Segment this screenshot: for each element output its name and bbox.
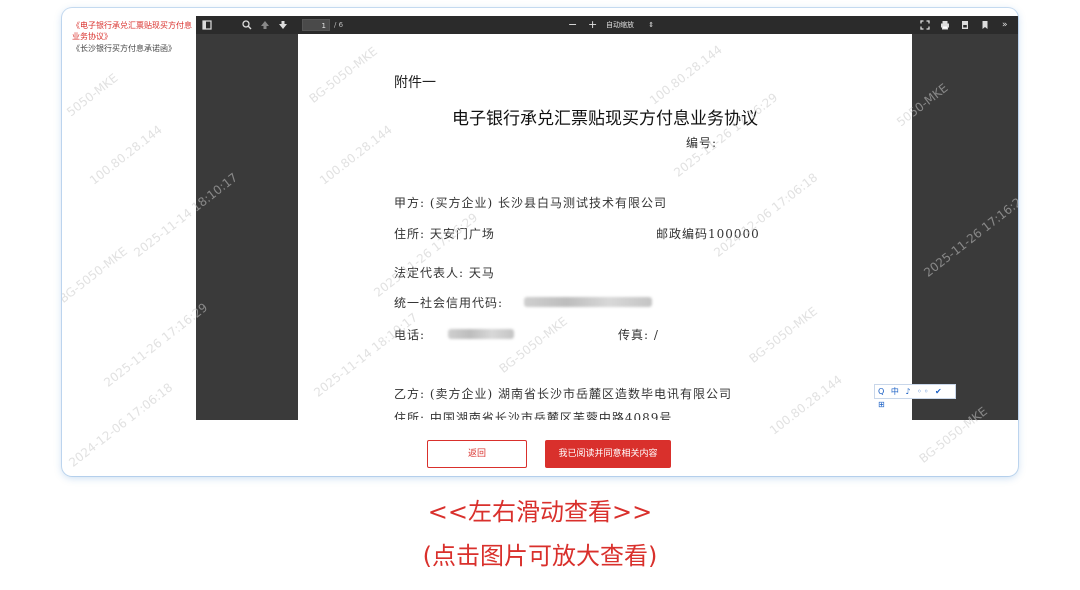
redacted-credit-code bbox=[524, 297, 652, 307]
zoom-caption: (点击图片可放大查看) bbox=[422, 542, 658, 570]
party-a-postal-code: 邮政编码100000 bbox=[656, 227, 760, 241]
redacted-phone bbox=[448, 329, 514, 339]
watermark: 2024-12-06 17:06:18 bbox=[66, 380, 176, 470]
screenshot-frame: 《电子银行承兑汇票贴现买方付息业务协议》 《长沙银行买方付息承诺函》 1 / 6… bbox=[62, 8, 1018, 476]
download-icon[interactable] bbox=[960, 18, 970, 32]
pdf-toolbar: 1 / 6 − + 自动缩放 ⇕ » bbox=[196, 16, 1018, 34]
watermark: 2025-11-26 17:16:29 bbox=[101, 300, 211, 390]
zoom-select[interactable]: 自动缩放 ⇕ bbox=[606, 18, 654, 32]
zoom-out-icon[interactable]: − bbox=[568, 18, 577, 32]
party-b-address: 住所: 中国湖南省长沙市岳麓区芙蓉中路4089号 bbox=[394, 411, 673, 420]
party-a-line: 甲方: (买方企业) 长沙县白马测试技术有限公司 bbox=[394, 196, 668, 210]
pdf-page: 附件一 电子银行承兑汇票贴现买方付息业务协议 编号: 甲方: (买方企业) 长沙… bbox=[298, 34, 912, 420]
watermark: 100.80.28.144 bbox=[86, 122, 165, 188]
select-arrows-icon: ⇕ bbox=[648, 21, 655, 29]
credit-code-label: 统一社会信用代码: bbox=[394, 296, 504, 310]
fax-line: 传真: / bbox=[618, 328, 659, 342]
page-total: / 6 bbox=[334, 21, 344, 29]
more-tools-icon[interactable]: » bbox=[1002, 18, 1008, 32]
agreement-link-list: 《电子银行承兑汇票贴现买方付息业务协议》 《长沙银行买方付息承诺函》 bbox=[72, 20, 198, 54]
zoom-in-icon[interactable]: + bbox=[588, 18, 597, 32]
previous-page-icon[interactable] bbox=[260, 18, 270, 32]
print-icon[interactable] bbox=[940, 18, 950, 32]
document-title: 电子银行承兑汇票贴现买方付息业务协议 bbox=[452, 109, 758, 129]
agreement-link-commitment[interactable]: 《长沙银行买方付息承诺函》 bbox=[72, 43, 198, 54]
bookmark-icon[interactable] bbox=[980, 18, 990, 32]
legal-representative: 法定代表人: 天马 bbox=[394, 266, 495, 280]
watermark: BG-5050-MKE bbox=[62, 244, 130, 306]
sidebar-toggle-icon[interactable] bbox=[202, 18, 212, 32]
zoom-select-value: 自动缩放 bbox=[606, 21, 634, 29]
swipe-caption: <<左右滑动查看>> bbox=[427, 498, 653, 526]
document-number-label: 编号: bbox=[686, 136, 718, 150]
document-annex-label: 附件一 bbox=[394, 75, 436, 91]
input-method-toolbar[interactable]: Q 中 ♪ ◦◦ ✔ ⊞ bbox=[874, 384, 956, 409]
agree-button[interactable]: 我已阅读并同意相关内容 bbox=[545, 440, 671, 468]
phone-label: 电话: bbox=[394, 328, 426, 342]
back-button[interactable]: 返回 bbox=[427, 440, 527, 468]
agreement-link-discount[interactable]: 《电子银行承兑汇票贴现买方付息业务协议》 bbox=[72, 20, 198, 42]
fullscreen-icon[interactable] bbox=[920, 18, 930, 32]
next-page-icon[interactable] bbox=[278, 18, 288, 32]
party-b-line: 乙方: (卖方企业) 湖南省长沙市岳麓区造数毕电讯有限公司 bbox=[394, 387, 733, 401]
party-a-address: 住所: 天安门广场 bbox=[394, 227, 495, 241]
watermark: 5050-MKE bbox=[64, 70, 121, 120]
pdf-viewer: 1 / 6 − + 自动缩放 ⇕ » 附件一 电子银行承兑汇票贴现买方付息业务协… bbox=[196, 16, 1018, 420]
search-icon[interactable] bbox=[242, 18, 252, 32]
page-number-input[interactable]: 1 bbox=[302, 19, 330, 31]
